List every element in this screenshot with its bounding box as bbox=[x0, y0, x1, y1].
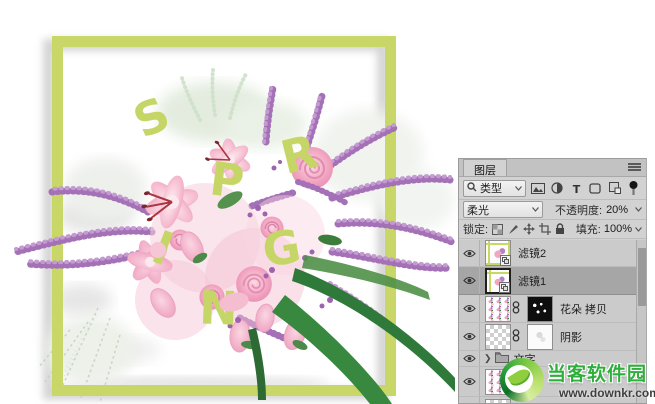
layer-filter-row: 类型 T bbox=[459, 177, 646, 200]
lock-artboard-icon[interactable] bbox=[538, 222, 551, 237]
smart-object-badge-icon bbox=[500, 255, 511, 266]
search-icon bbox=[467, 181, 477, 195]
blend-row: 柔光 不透明度: 20% bbox=[459, 200, 646, 220]
eye-icon[interactable] bbox=[459, 367, 480, 396]
lock-transparent-icon[interactable] bbox=[491, 222, 504, 237]
smart-object-badge-icon bbox=[499, 281, 510, 293]
layer-name[interactable]: 滤镜2 bbox=[518, 245, 546, 261]
layer-thumbnail[interactable] bbox=[485, 267, 511, 294]
link-icon bbox=[512, 328, 520, 345]
layer-thumbnail[interactable] bbox=[485, 323, 511, 350]
panel-menu-icon[interactable] bbox=[628, 163, 641, 173]
chevron-down-icon bbox=[532, 207, 539, 212]
blend-mode-value: 柔光 bbox=[467, 204, 489, 217]
eye-icon[interactable] bbox=[459, 267, 480, 294]
shape-filter-icon[interactable] bbox=[587, 180, 603, 196]
layers-panel-header: 图层 bbox=[459, 159, 646, 177]
lock-label: 锁定: bbox=[463, 224, 489, 236]
opacity-label: 不透明度: bbox=[555, 204, 603, 217]
blend-mode-select[interactable]: 柔光 bbox=[463, 201, 543, 218]
eye-icon[interactable] bbox=[459, 397, 480, 403]
svg-text:R: R bbox=[275, 124, 322, 185]
watermark-site-name: 当客软件园 bbox=[547, 364, 648, 385]
spring-artwork: S P R I N G bbox=[12, 36, 456, 404]
watermark: 当客软件园 www.downkr.com bbox=[500, 355, 655, 404]
eye-icon[interactable] bbox=[459, 295, 480, 322]
layer-name[interactable]: 阴影 bbox=[560, 329, 582, 345]
layer-thumbnail[interactable] bbox=[485, 295, 511, 322]
layer-name[interactable]: 花朵 拷贝 bbox=[560, 301, 607, 317]
layer-row-filter2[interactable]: 滤镜2 bbox=[459, 240, 646, 267]
tab-layers[interactable]: 图层 bbox=[463, 159, 507, 177]
layer-thumbnail[interactable] bbox=[485, 240, 511, 266]
lock-pixels-icon[interactable] bbox=[507, 222, 520, 237]
eye-icon[interactable] bbox=[459, 323, 480, 350]
layer-mask-thumbnail[interactable] bbox=[527, 323, 553, 350]
fill-value[interactable]: 100% bbox=[604, 223, 632, 235]
watermark-url: www.downkr.com bbox=[559, 386, 655, 400]
filter-kind-select[interactable]: 类型 bbox=[463, 179, 527, 197]
chevron-down-icon bbox=[515, 185, 523, 191]
lock-position-icon[interactable] bbox=[522, 222, 536, 237]
layer-row-filter1[interactable]: 滤镜1 bbox=[459, 267, 646, 295]
adjustment-filter-icon[interactable] bbox=[549, 180, 565, 196]
disclosure-triangle-icon[interactable]: ❯ bbox=[484, 353, 492, 364]
document-canvas[interactable]: S P R I N G bbox=[0, 0, 458, 404]
pixel-filter-icon[interactable] bbox=[529, 180, 545, 196]
fill-label: 填充: bbox=[575, 224, 601, 236]
layer-mask-thumbnail[interactable] bbox=[527, 295, 553, 322]
eye-icon[interactable] bbox=[459, 240, 480, 266]
lock-row: 锁定: 填充: 100% bbox=[459, 220, 646, 239]
layer-row-flower-copy[interactable]: 花朵 拷贝 bbox=[459, 295, 646, 323]
scrollbar-thumb[interactable] bbox=[638, 248, 646, 306]
layer-row-shadow[interactable]: 阴影 bbox=[459, 323, 646, 351]
eye-icon[interactable] bbox=[459, 351, 480, 366]
svg-text:T: T bbox=[572, 183, 580, 194]
filter-toggle-pin-icon[interactable] bbox=[626, 180, 642, 196]
chevron-down-icon[interactable] bbox=[635, 207, 642, 212]
smartobject-filter-icon[interactable] bbox=[606, 180, 622, 196]
lock-all-icon[interactable] bbox=[554, 222, 567, 237]
downkr-logo-icon bbox=[500, 357, 544, 402]
link-icon bbox=[512, 300, 520, 317]
opacity-value[interactable]: 20% bbox=[606, 204, 628, 216]
layer-name[interactable]: 滤镜1 bbox=[518, 273, 546, 289]
photoshop-workspace: S P R I N G 图层 bbox=[0, 0, 655, 404]
type-filter-icon[interactable]: T bbox=[568, 180, 584, 196]
filter-kind-label: 类型 bbox=[480, 183, 502, 195]
chevron-down-icon[interactable] bbox=[635, 226, 642, 232]
svg-text:P: P bbox=[207, 151, 247, 209]
